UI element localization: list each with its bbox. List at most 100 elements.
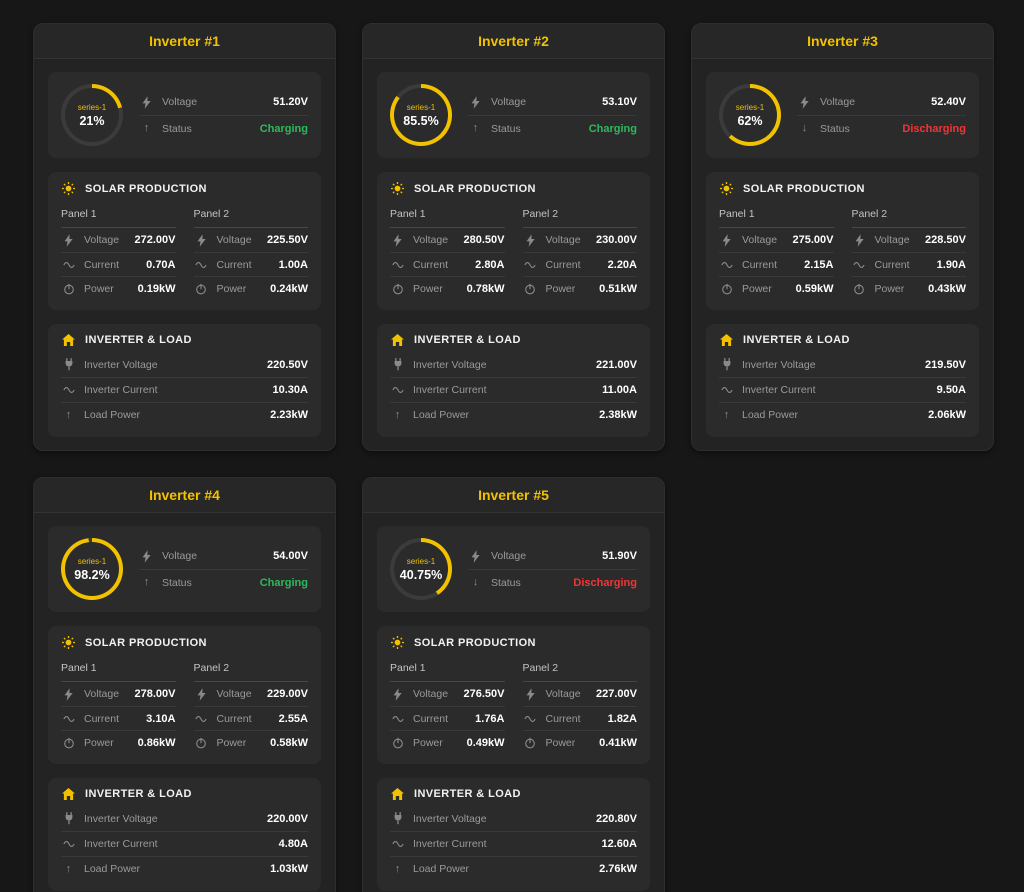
load-rows: Inverter Voltage 219.50V Inverter Curren… <box>719 352 966 427</box>
load-power-label: Load Power <box>742 409 798 421</box>
lightning-bolt-icon <box>523 688 538 701</box>
battery-gauge-center: series-1 62% <box>723 88 777 142</box>
sine-wave-icon <box>523 261 538 269</box>
battery-status-label: Status <box>162 577 192 589</box>
inverter-title: Inverter #4 <box>44 487 325 503</box>
battery-gauge-center: series-1 98.2% <box>65 542 119 596</box>
panel-current-value: 1.00A <box>279 259 308 271</box>
inverter-voltage-label: Inverter Voltage <box>413 813 487 825</box>
panel-power-value: 0.49kW <box>467 737 505 749</box>
panel-current-row: Current 1.76A <box>390 706 505 730</box>
lightning-bolt-icon <box>194 234 209 247</box>
battery-voltage-value: 51.90V <box>602 550 637 562</box>
panel-column-2: Panel 2 Voltage 227.00V C <box>523 658 638 754</box>
panel-current-row: Current 1.00A <box>194 252 309 276</box>
panel-power-label: Power <box>413 283 443 295</box>
sun-icon <box>719 182 734 195</box>
panel-voltage-row: Voltage 272.00V <box>61 228 176 252</box>
plug-icon <box>390 358 405 371</box>
solar-heading-row: SOLAR PRODUCTION <box>61 182 308 195</box>
inverter-current-row: Inverter Current 4.80A <box>61 831 308 856</box>
inverter-voltage-row: Inverter Voltage 220.00V <box>61 806 308 831</box>
lightning-bolt-icon <box>523 234 538 247</box>
solar-production-section: SOLAR PRODUCTION Panel 1 Voltage 278.00V <box>48 626 321 764</box>
inverter-voltage-value: 220.00V <box>267 813 308 825</box>
sine-wave-icon <box>852 261 867 269</box>
lightning-bolt-icon <box>390 688 405 701</box>
panel-column-2: Panel 2 Voltage 225.50V C <box>194 204 309 300</box>
battery-voltage-label: Voltage <box>162 96 197 108</box>
load-power-label: Load Power <box>84 409 140 421</box>
plug-icon <box>61 358 76 371</box>
power-icon <box>61 737 76 749</box>
power-icon <box>194 737 209 749</box>
load-heading: INVERTER & LOAD <box>743 334 850 346</box>
panel-power-row: Power 0.24kW <box>194 276 309 300</box>
arrow-up-icon: ↑ <box>468 123 483 134</box>
gauge-series-label: series-1 <box>407 103 435 112</box>
inverter-voltage-row: Inverter Voltage 221.00V <box>390 352 637 377</box>
load-heading-row: INVERTER & LOAD <box>61 788 308 800</box>
panel-power-value: 0.58kW <box>270 737 308 749</box>
inverter-voltage-value: 220.50V <box>267 359 308 371</box>
card-body: series-1 98.2% Voltage 54.00V ↑ Statu <box>34 513 335 892</box>
battery-voltage-label: Voltage <box>491 96 526 108</box>
panel-power-row: Power 0.49kW <box>390 730 505 754</box>
battery-voltage-row: Voltage 52.40V <box>797 89 966 115</box>
sun-icon <box>61 182 76 195</box>
panel-power-value: 0.43kW <box>928 283 966 295</box>
lightning-bolt-icon <box>852 234 867 247</box>
load-power-row: ↑ Load Power 1.03kW <box>61 856 308 881</box>
panel-power-label: Power <box>84 737 114 749</box>
battery-gauge: series-1 40.75% <box>390 538 452 600</box>
load-power-label: Load Power <box>413 409 469 421</box>
panel-voltage-row: Voltage 276.50V <box>390 682 505 706</box>
inverter-current-label: Inverter Current <box>84 838 158 850</box>
panel-voltage-row: Voltage 230.00V <box>523 228 638 252</box>
inverter-current-value: 11.00A <box>602 384 637 396</box>
inverter-current-row: Inverter Current 10.30A <box>61 377 308 402</box>
battery-voltage-row: Voltage 51.90V <box>468 543 637 569</box>
load-power-row: ↑ Load Power 2.76kW <box>390 856 637 881</box>
power-icon <box>390 283 405 295</box>
panel-power-label: Power <box>84 283 114 295</box>
card-header: Inverter #3 <box>692 24 993 59</box>
inverter-voltage-row: Inverter Voltage 220.50V <box>61 352 308 377</box>
sine-wave-icon <box>390 261 405 269</box>
panel-power-row: Power 0.86kW <box>61 730 176 754</box>
lightning-bolt-icon <box>139 96 154 109</box>
panel-voltage-label: Voltage <box>413 234 448 246</box>
lightning-bolt-icon <box>139 550 154 563</box>
panel-power-value: 0.19kW <box>138 283 176 295</box>
power-icon <box>852 283 867 295</box>
panel-current-row: Current 2.55A <box>194 706 309 730</box>
load-power-label: Load Power <box>84 863 140 875</box>
panel-voltage-label: Voltage <box>84 234 119 246</box>
panel-voltage-value: 227.00V <box>596 688 637 700</box>
load-power-value: 2.76kW <box>599 863 637 875</box>
panel-column-2: Panel 2 Voltage 229.00V C <box>194 658 309 754</box>
lightning-bolt-icon <box>61 234 76 247</box>
load-heading: INVERTER & LOAD <box>85 334 192 346</box>
panel-power-label: Power <box>413 737 443 749</box>
sine-wave-icon <box>61 715 76 723</box>
power-icon <box>523 283 538 295</box>
house-icon <box>390 788 405 800</box>
inverter-title: Inverter #2 <box>373 33 654 49</box>
battery-gauge-center: series-1 40.75% <box>394 542 448 596</box>
panel-current-value: 0.70A <box>146 259 175 271</box>
power-icon <box>390 737 405 749</box>
battery-gauge: series-1 98.2% <box>61 538 123 600</box>
sine-wave-icon <box>523 715 538 723</box>
battery-rows: Voltage 51.90V ↓ Status Discharging <box>468 543 637 595</box>
panel-name: Panel 2 <box>523 204 638 228</box>
panel-name: Panel 2 <box>194 658 309 682</box>
solar-heading: SOLAR PRODUCTION <box>414 637 536 649</box>
panel-power-row: Power 0.59kW <box>719 276 834 300</box>
panel-power-row: Power 0.19kW <box>61 276 176 300</box>
panel-current-value: 1.76A <box>475 713 504 725</box>
lightning-bolt-icon <box>468 96 483 109</box>
battery-gauge-center: series-1 21% <box>65 88 119 142</box>
load-power-label: Load Power <box>413 863 469 875</box>
battery-status-row: ↑ Status Charging <box>468 115 637 141</box>
